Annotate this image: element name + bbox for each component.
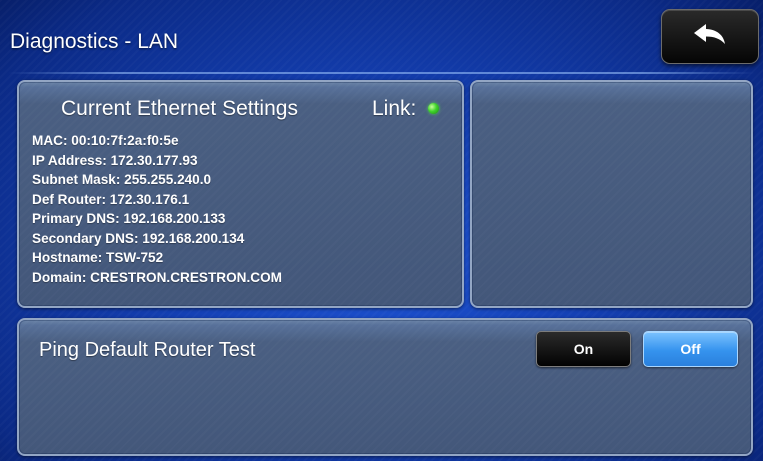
link-status-indicator bbox=[428, 103, 439, 114]
ip-address: IP Address: 172.30.177.93 bbox=[32, 152, 198, 168]
page-title: Diagnostics - LAN bbox=[10, 30, 179, 53]
mac-address: MAC: 00:10:7f:2a:f0:5e bbox=[32, 133, 179, 148]
ping-off-button[interactable]: Off bbox=[643, 331, 738, 367]
diagnostics-lan-screen: Diagnostics - LAN Current Ethernet Setti… bbox=[0, 0, 763, 461]
subnet-mask: Subnet Mask: 255.255.240.0 bbox=[32, 172, 212, 187]
ping-on-button[interactable]: On bbox=[536, 331, 631, 367]
empty-panel bbox=[470, 80, 753, 308]
ping-router-panel: Ping Default Router Test On Off bbox=[17, 318, 753, 456]
title-divider bbox=[8, 72, 755, 74]
ethernet-settings-list: MAC: 00:10:7f:2a:f0:5e IP Address: 172.3… bbox=[32, 131, 282, 287]
back-button[interactable] bbox=[661, 9, 759, 64]
primary-dns: Primary DNS: 192.168.200.133 bbox=[32, 211, 226, 226]
link-label: Link: bbox=[372, 97, 417, 120]
ethernet-settings-heading: Current Ethernet Settings bbox=[61, 97, 298, 120]
title-bar: Diagnostics - LAN bbox=[0, 0, 763, 74]
secondary-dns: Secondary DNS: 192.168.200.134 bbox=[32, 230, 245, 246]
domain: Domain: CRESTRON.CRESTRON.COM bbox=[32, 269, 282, 285]
back-arrow-icon bbox=[692, 22, 728, 51]
hostname: Hostname: TSW-752 bbox=[32, 250, 164, 265]
ping-router-label: Ping Default Router Test bbox=[39, 339, 256, 361]
default-router: Def Router: 172.30.176.1 bbox=[32, 191, 190, 207]
ethernet-settings-panel: Current Ethernet Settings Link: MAC: 00:… bbox=[17, 80, 464, 308]
